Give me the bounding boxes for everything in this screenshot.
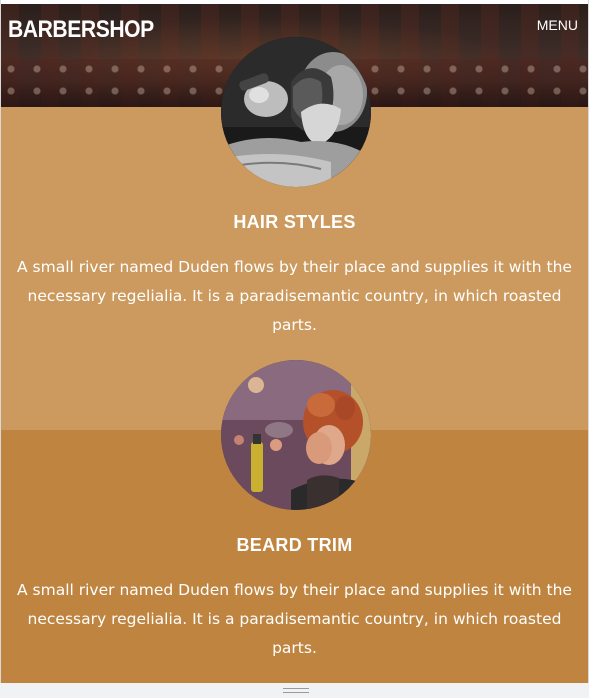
brand-logo[interactable]: BARBERSHOP — [8, 16, 154, 44]
barber-trimming-beard-photo — [221, 37, 371, 187]
service-title-beard-trim: BEARD TRIM — [236, 535, 353, 555]
barber-photo-illustration — [221, 37, 371, 187]
resize-grip-icon[interactable] — [283, 688, 309, 694]
service-description-beard-trim: A small river named Duden flows by their… — [17, 581, 572, 657]
service-title-hair-styles: HAIR STYLES — [233, 212, 356, 232]
woman-hairspray-photo — [221, 360, 371, 510]
menu-button[interactable]: MENU — [537, 17, 578, 33]
hairspray-photo-illustration — [221, 360, 371, 510]
service-description-hair-styles: A small river named Duden flows by their… — [17, 258, 572, 334]
